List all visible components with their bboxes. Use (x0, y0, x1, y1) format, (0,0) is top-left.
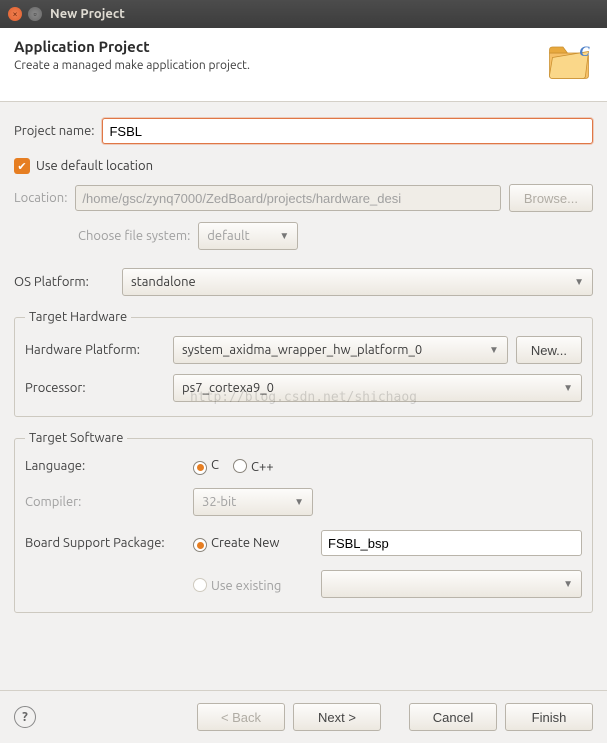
bsp-existing-select: ▼ (321, 570, 582, 598)
window-title: New Project (50, 7, 125, 21)
bsp-name-input[interactable] (321, 530, 582, 556)
language-cpp-radio[interactable]: C++ (233, 457, 274, 474)
bsp-create-new-radio[interactable]: Create New (193, 536, 313, 551)
close-icon[interactable]: × (8, 7, 22, 21)
location-label: Location: (14, 191, 67, 205)
os-platform-label: OS Platform: (14, 275, 114, 289)
back-button: < Back (197, 703, 285, 731)
browse-button: Browse... (509, 184, 593, 212)
project-name-label: Project name: (14, 124, 94, 138)
window-controls: × ▫ (8, 7, 42, 21)
target-software-legend: Target Software (25, 431, 127, 445)
compiler-select: 32-bit ▼ (193, 488, 313, 516)
chevron-down-icon: ▼ (489, 344, 499, 356)
filesystem-select: default ▼ (198, 222, 298, 250)
wizard-banner-icon: C (545, 38, 593, 89)
project-name-input[interactable] (102, 118, 593, 144)
radio-icon (233, 459, 247, 473)
chevron-down-icon: ▼ (563, 578, 573, 590)
os-platform-select[interactable]: standalone ▼ (122, 268, 593, 296)
window-titlebar: × ▫ New Project (0, 0, 607, 28)
cancel-button[interactable]: Cancel (409, 703, 497, 731)
language-label: Language: (25, 459, 185, 473)
next-button[interactable]: Next > (293, 703, 381, 731)
chevron-down-icon: ▼ (574, 276, 584, 288)
chevron-down-icon: ▼ (563, 382, 573, 394)
radio-checked-icon (193, 538, 207, 552)
hw-platform-select[interactable]: system_axidma_wrapper_hw_platform_0 ▼ (173, 336, 508, 364)
wizard-header: Application Project Create a managed mak… (0, 28, 607, 102)
radio-checked-icon (193, 461, 207, 475)
processor-select[interactable]: ps7_cortexa9_0 ▼ (173, 374, 582, 402)
chevron-down-icon: ▼ (294, 496, 304, 508)
language-c-radio[interactable]: C (193, 458, 219, 473)
hw-platform-label: Hardware Platform: (25, 343, 165, 357)
bsp-label: Board Support Package: (25, 536, 185, 550)
filesystem-label: Choose file system: (78, 229, 190, 243)
target-hardware-group: Target Hardware Hardware Platform: syste… (14, 310, 593, 417)
bsp-use-existing-radio: Use existing (193, 576, 313, 593)
new-hw-button[interactable]: New... (516, 336, 582, 364)
help-icon[interactable]: ? (14, 706, 36, 728)
radio-disabled-icon (193, 578, 207, 592)
page-title: Application Project (14, 38, 250, 55)
target-hardware-legend: Target Hardware (25, 310, 131, 324)
page-subtitle: Create a managed make application projec… (14, 59, 250, 72)
finish-button[interactable]: Finish (505, 703, 593, 731)
location-input (75, 185, 500, 211)
use-default-location-label: Use default location (36, 159, 153, 173)
processor-label: Processor: (25, 381, 165, 395)
svg-text:C: C (580, 44, 591, 60)
use-default-location-checkbox[interactable]: ✔ (14, 158, 30, 174)
target-software-group: Target Software Language: C C++ Compiler… (14, 431, 593, 613)
minimize-icon[interactable]: ▫ (28, 7, 42, 21)
chevron-down-icon: ▼ (279, 230, 289, 242)
wizard-button-bar: ? < Back Next > Cancel Finish (0, 690, 607, 743)
compiler-label: Compiler: (25, 495, 185, 509)
